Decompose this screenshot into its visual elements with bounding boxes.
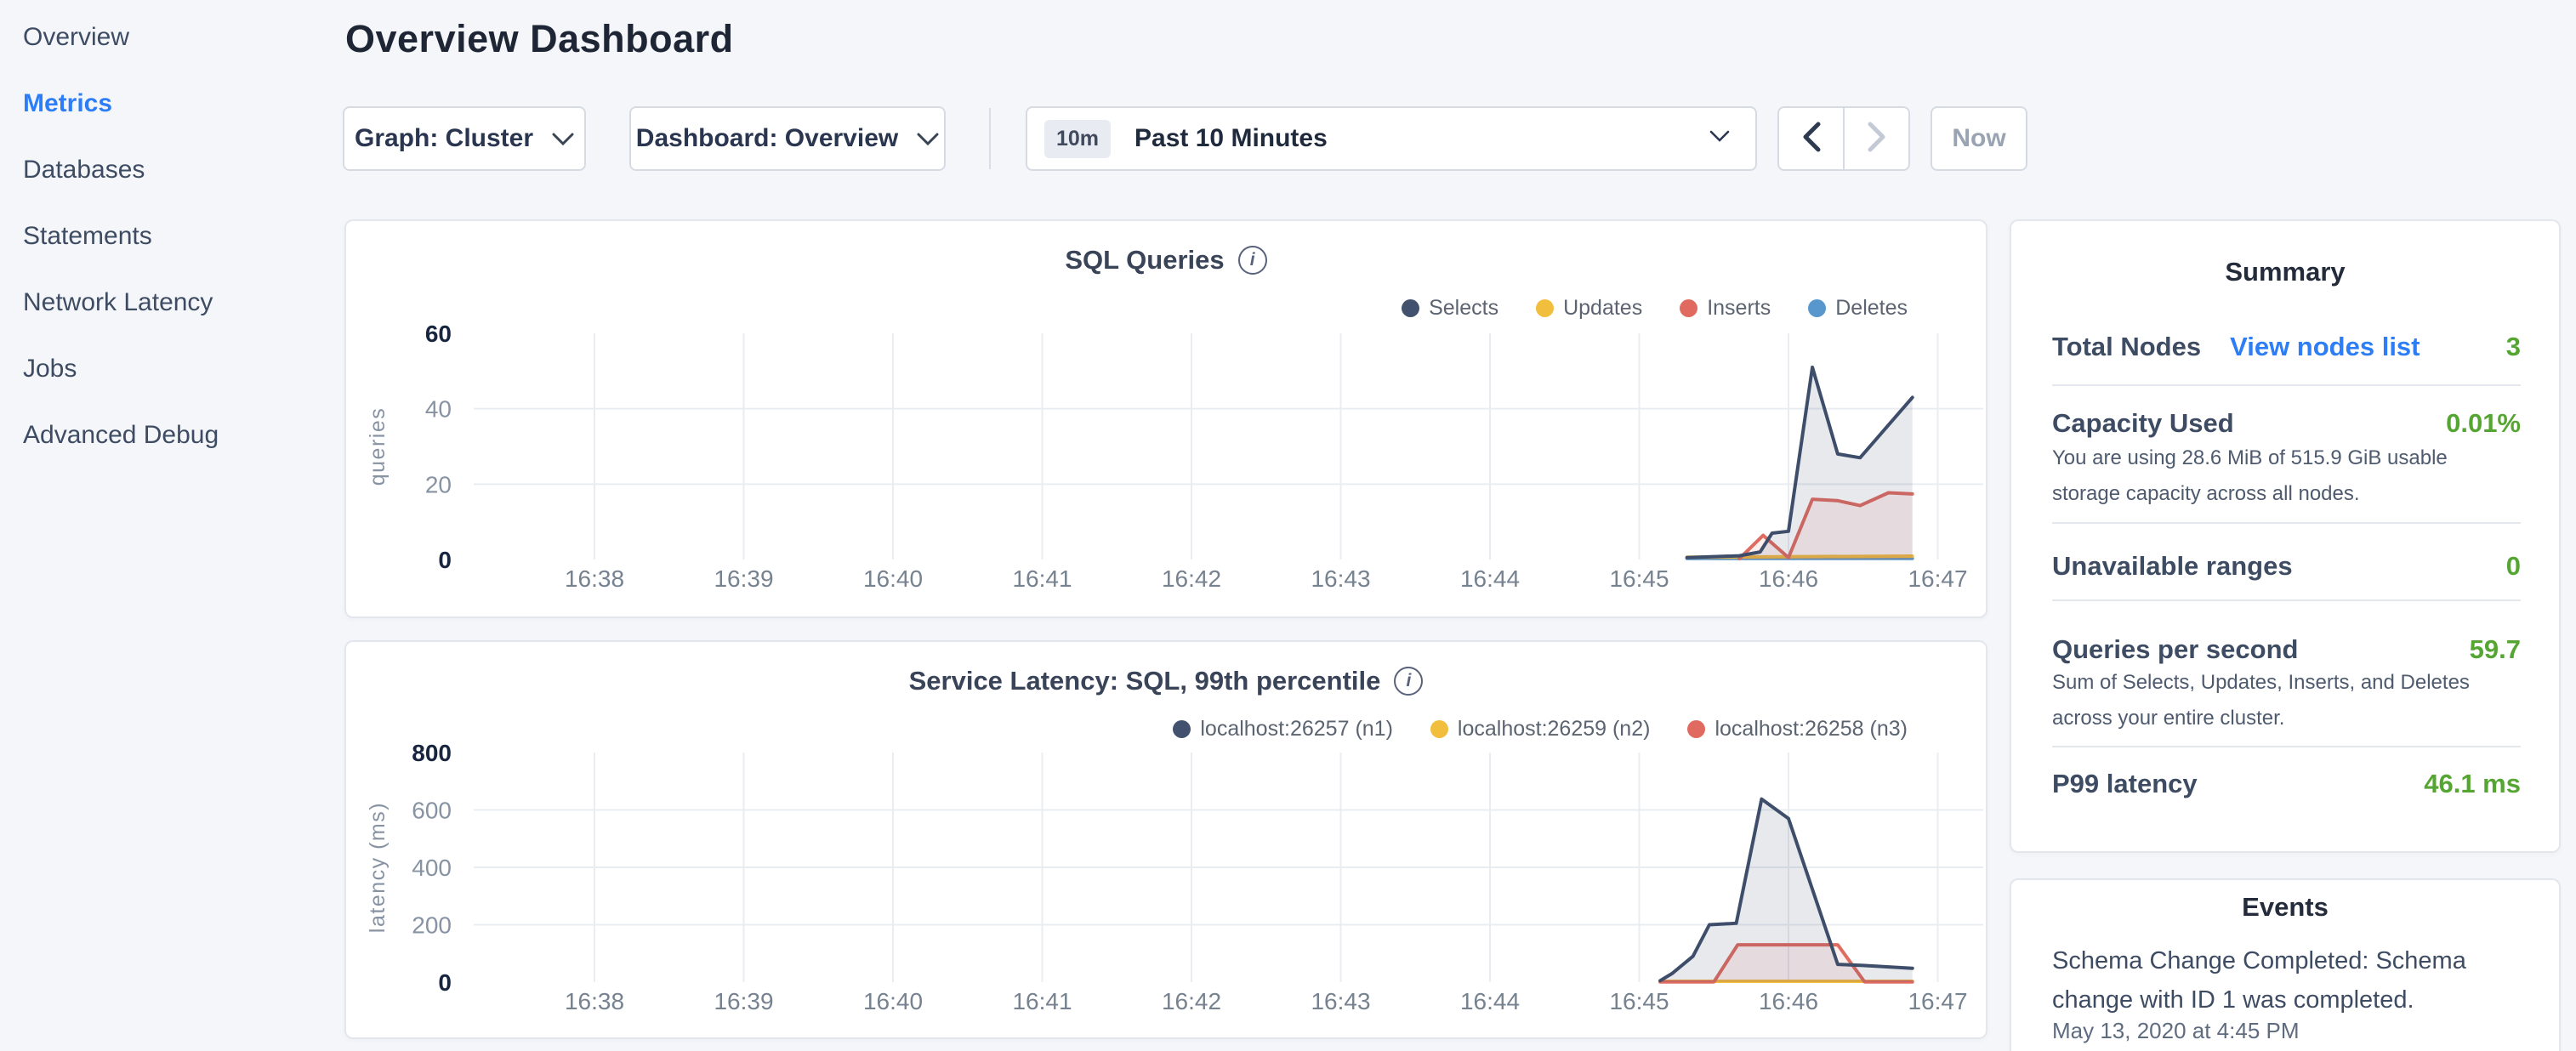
y-axis-label: latency (ms) bbox=[366, 802, 390, 933]
events-title: Events bbox=[2011, 892, 2559, 923]
events-card: Events Schema Change Completed: Schema c… bbox=[2010, 878, 2561, 1051]
y-tick-label: 40 bbox=[425, 396, 452, 423]
x-tick-label: 16:43 bbox=[1311, 988, 1370, 1014]
event-message: Schema Change Completed: Schema change w… bbox=[2052, 941, 2508, 1020]
summary-row-description: You are using 28.6 MiB of 515.9 GiB usab… bbox=[2052, 440, 2521, 512]
x-tick-label: 16:42 bbox=[1162, 565, 1221, 592]
summary-row-value: 59.7 bbox=[2470, 634, 2521, 665]
summary-row-label: Unavailable ranges bbox=[2052, 551, 2293, 582]
x-tick-label: 16:42 bbox=[1162, 988, 1221, 1014]
summary-title: Summary bbox=[2011, 257, 2559, 287]
sidebar-item-metrics[interactable]: Metrics bbox=[23, 83, 329, 150]
x-tick-label: 16:40 bbox=[863, 565, 923, 592]
app-window: OverviewMetricsDatabasesStatementsNetwor… bbox=[0, 0, 2576, 1051]
summary-row-value: 0.01% bbox=[2446, 408, 2521, 439]
divider bbox=[2052, 599, 2521, 601]
y-tick-label: 60 bbox=[425, 321, 452, 347]
summary-row-unavailable-ranges: Unavailable ranges 0 bbox=[2052, 549, 2521, 583]
x-tick-label: 16:41 bbox=[1012, 988, 1072, 1014]
summary-row-label: Capacity Used bbox=[2052, 408, 2234, 439]
summary-row-value: 0 bbox=[2506, 551, 2521, 582]
y-axis-label: queries bbox=[366, 407, 390, 486]
view-nodes-list-link[interactable]: View nodes list bbox=[2230, 332, 2420, 362]
graph-dropdown[interactable]: Graph: Cluster bbox=[343, 106, 586, 171]
x-tick-label: 16:46 bbox=[1759, 565, 1818, 592]
x-tick-label: 16:47 bbox=[1908, 988, 1967, 1014]
summary-row-queries-per-second: Queries per second 59.7 bbox=[2052, 633, 2521, 667]
sidebar-item-overview[interactable]: Overview bbox=[23, 17, 329, 83]
summary-row-label: Queries per second bbox=[2052, 634, 2298, 665]
x-tick-label: 16:44 bbox=[1460, 565, 1520, 592]
summary-row-label: Total Nodes bbox=[2052, 332, 2201, 362]
series-fill-localhost-26257-n1 bbox=[1660, 799, 1913, 982]
dashboard-dropdown[interactable]: Dashboard: Overview bbox=[629, 106, 946, 171]
chevron-left-icon bbox=[1802, 122, 1821, 156]
sidebar: OverviewMetricsDatabasesStatementsNetwor… bbox=[23, 17, 329, 481]
x-tick-label: 16:41 bbox=[1012, 565, 1072, 592]
x-tick-label: 16:47 bbox=[1908, 565, 1967, 592]
summary-row-value: 3 bbox=[2506, 332, 2521, 362]
chevron-down-icon bbox=[917, 124, 939, 153]
sidebar-item-advanced-debug[interactable]: Advanced Debug bbox=[23, 415, 329, 481]
summary-row-label: P99 latency bbox=[2052, 769, 2198, 799]
divider bbox=[2052, 384, 2521, 386]
sidebar-item-statements[interactable]: Statements bbox=[23, 216, 329, 282]
now-button[interactable]: Now bbox=[1931, 106, 2027, 171]
chevron-down-icon bbox=[1709, 130, 1730, 147]
x-tick-label: 16:44 bbox=[1460, 988, 1520, 1014]
x-tick-label: 16:43 bbox=[1311, 565, 1370, 592]
chevron-right-icon bbox=[1868, 122, 1886, 156]
summary-row-total-nodes: Total Nodes View nodes list 3 bbox=[2052, 330, 2521, 364]
y-tick-label: 0 bbox=[438, 969, 452, 996]
y-tick-label: 0 bbox=[438, 547, 452, 573]
sidebar-item-network-latency[interactable]: Network Latency bbox=[23, 282, 329, 349]
x-tick-label: 16:39 bbox=[714, 988, 773, 1014]
service-latency-card: Service Latency: SQL, 99th percentile i … bbox=[344, 640, 1987, 1039]
y-tick-label: 20 bbox=[425, 471, 452, 497]
x-tick-label: 16:45 bbox=[1609, 565, 1669, 592]
service-latency-chart: 16:38 16:39 16:40 16:41 16:42 16:43 16:44 16:45… bbox=[346, 642, 1989, 1041]
x-tick-label: 16:45 bbox=[1609, 988, 1669, 1014]
summary-row-p99-latency: P99 latency 46.1 ms bbox=[2052, 767, 2521, 801]
x-tick-label: 16:39 bbox=[714, 565, 773, 592]
x-tick-label: 16:38 bbox=[565, 988, 624, 1014]
time-range-badge: 10m bbox=[1044, 120, 1111, 158]
sql-queries-chart: 16:38 16:39 16:40 16:41 16:42 16:43 16:44 16:45… bbox=[346, 221, 1989, 620]
y-tick-label: 800 bbox=[412, 740, 452, 766]
toolbar-divider bbox=[989, 108, 991, 169]
sql-queries-card: SQL Queries i SelectsUpdatesInsertsDelet… bbox=[344, 219, 1987, 618]
dashboard-dropdown-label: Dashboard: Overview bbox=[636, 124, 898, 153]
page-title: Overview Dashboard bbox=[345, 17, 734, 61]
next-time-button[interactable] bbox=[1843, 108, 1908, 169]
time-step-buttons bbox=[1777, 106, 1910, 171]
x-tick-label: 16:46 bbox=[1759, 988, 1818, 1014]
divider bbox=[2052, 522, 2521, 524]
x-tick-label: 16:38 bbox=[565, 565, 624, 592]
summary-row-value: 46.1 ms bbox=[2424, 769, 2521, 799]
summary-row-description: Sum of Selects, Updates, Inserts, and De… bbox=[2052, 665, 2521, 736]
event-timestamp: May 13, 2020 at 4:45 PM bbox=[2052, 1018, 2300, 1044]
divider bbox=[2052, 746, 2521, 747]
y-tick-label: 200 bbox=[412, 912, 452, 939]
time-range-dropdown[interactable]: 10m Past 10 Minutes bbox=[1026, 106, 1757, 171]
x-tick-label: 16:40 bbox=[863, 988, 923, 1014]
time-range-label: Past 10 Minutes bbox=[1134, 124, 1709, 153]
previous-time-button[interactable] bbox=[1779, 108, 1843, 169]
summary-card: Summary Total Nodes View nodes list 3 Ca… bbox=[2010, 219, 2561, 853]
sidebar-item-databases[interactable]: Databases bbox=[23, 150, 329, 216]
graph-dropdown-label: Graph: Cluster bbox=[355, 124, 533, 153]
sidebar-item-jobs[interactable]: Jobs bbox=[23, 349, 329, 415]
summary-row-capacity: Capacity Used 0.01% bbox=[2052, 406, 2521, 440]
chevron-down-icon bbox=[552, 124, 574, 153]
y-tick-label: 600 bbox=[412, 798, 452, 824]
y-tick-label: 400 bbox=[412, 855, 452, 881]
